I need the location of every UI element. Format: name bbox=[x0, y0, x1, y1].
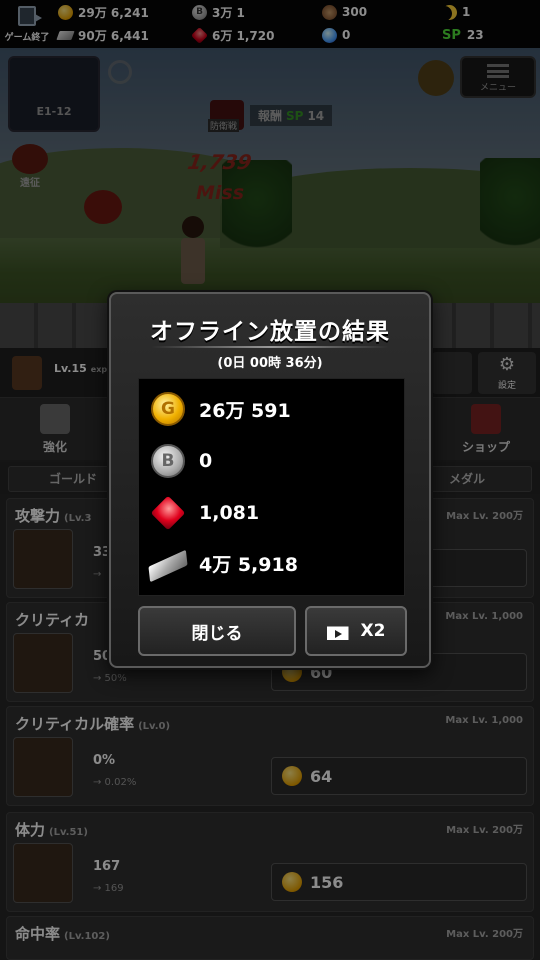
reward-value: 26万 591 bbox=[199, 399, 291, 422]
reward-row: G 26万 591 bbox=[151, 389, 291, 429]
double-reward-ad-button[interactable]: X2 bbox=[305, 606, 407, 656]
double-label: X2 bbox=[360, 621, 386, 641]
close-label: 閉じる bbox=[191, 623, 243, 644]
offline-result-dialog: オフライン放置の結果 (0日 00時 36分) G 26万 591 B0 1,08… bbox=[109, 292, 431, 668]
title-divider bbox=[151, 346, 389, 348]
reward-value: 1,081 bbox=[199, 502, 260, 524]
ingot-icon bbox=[148, 549, 188, 583]
reward-value: 4万 5,918 bbox=[199, 553, 298, 576]
close-button[interactable]: 閉じる bbox=[138, 606, 296, 656]
reward-value: 0 bbox=[199, 450, 213, 472]
ruby-icon bbox=[150, 495, 186, 531]
game-screen: ゲーム終了 29万 6,241 B 3万 1 300 1 90万 6,441 6万… bbox=[0, 0, 540, 960]
dialog-title: オフライン放置の結果 bbox=[150, 319, 390, 345]
reward-row: 1,081 bbox=[150, 493, 260, 533]
offline-duration: (0日 00時 36分) bbox=[217, 356, 323, 371]
b-coin-icon: B bbox=[151, 444, 185, 478]
reward-row: B0 bbox=[151, 441, 212, 481]
reward-list: G 26万 591 B0 1,081 4万 5,918 bbox=[138, 378, 405, 596]
reward-row: 4万 5,918 bbox=[148, 543, 298, 583]
video-clapper-icon bbox=[326, 626, 349, 640]
gold-coin-icon: G bbox=[151, 392, 185, 426]
